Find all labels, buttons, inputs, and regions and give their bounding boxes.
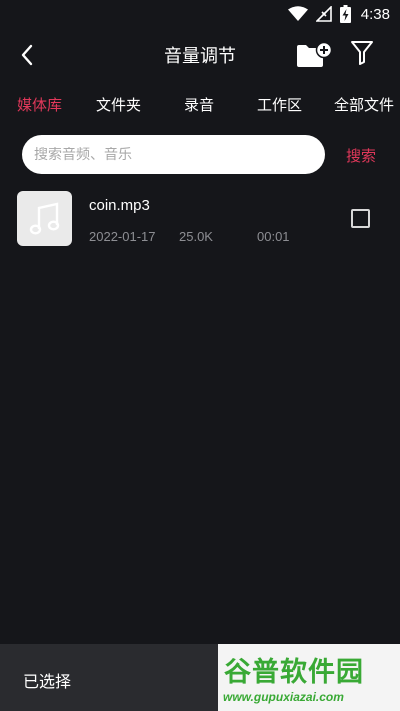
battery-charging-icon (339, 5, 351, 23)
audio-thumbnail (17, 191, 72, 246)
category-tabs: 媒体库 文件夹 录音 工作区 全部文件 (0, 88, 400, 122)
watermark-url: www.gupuxiazai.com (223, 690, 344, 704)
file-name: coin.mp3 (89, 197, 150, 214)
search-box (22, 135, 325, 174)
file-date: 2022-01-17 (89, 229, 156, 244)
status-time: 4:38 (360, 5, 390, 23)
tab-workspace[interactable]: 工作区 (257, 94, 302, 115)
tab-recordings[interactable]: 录音 (184, 94, 214, 115)
list-item[interactable]: coin.mp3 2022-01-17 25.0K 00:01 (0, 186, 400, 252)
tab-folders[interactable]: 文件夹 (96, 94, 141, 115)
file-duration: 00:01 (257, 229, 290, 244)
folder-add-icon (297, 41, 333, 67)
page-title: 音量调节 (164, 46, 236, 67)
bottom-bar: 已选择 谷普软件园 www.gupuxiazai.com (0, 644, 400, 711)
filter-button[interactable] (350, 40, 378, 70)
screen: 4:38 音量调节 媒体库 文件夹 录音 工作区 全部文件 搜索音频、音乐 搜索… (0, 0, 400, 711)
watermark-title: 谷普软件园 (224, 657, 364, 688)
wifi-icon (287, 6, 308, 22)
select-checkbox[interactable] (351, 209, 370, 228)
selected-label: 已选择 (23, 672, 72, 691)
tab-media-library[interactable]: 媒体库 (17, 94, 62, 115)
search-button[interactable]: 搜索 (346, 145, 376, 166)
signal-icon (315, 6, 332, 22)
status-bar: 4:38 (0, 0, 400, 28)
search-input[interactable] (34, 146, 325, 163)
watermark: 谷普软件园 www.gupuxiazai.com (218, 644, 400, 711)
file-size: 25.0K (179, 229, 213, 244)
filter-icon (351, 41, 373, 65)
music-note-icon (29, 202, 59, 235)
add-folder-button[interactable] (296, 40, 333, 70)
tab-all-files[interactable]: 全部文件 (334, 94, 394, 115)
app-bar: 音量调节 (0, 28, 400, 80)
